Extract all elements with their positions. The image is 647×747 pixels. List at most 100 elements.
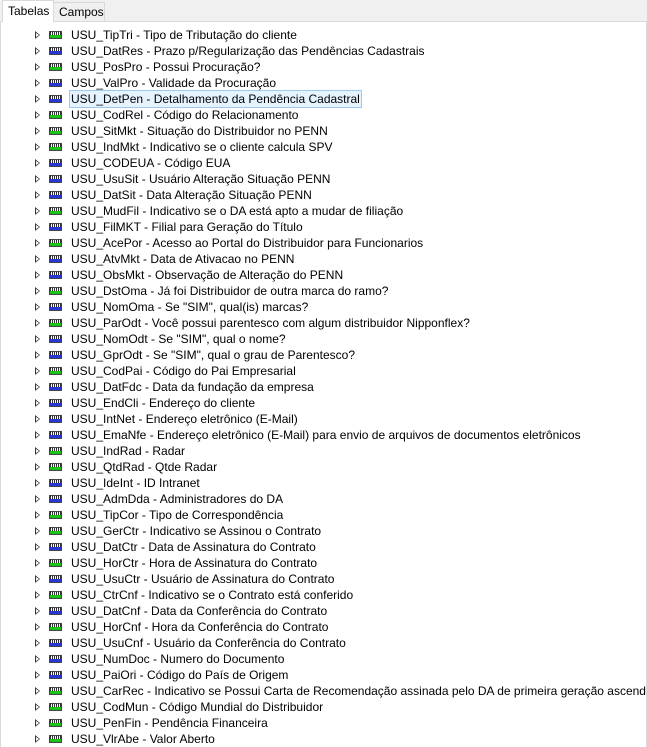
tree-item[interactable]: USU_DstOma - Já foi Distribuidor de outr…	[1, 283, 646, 299]
expand-arrow-icon[interactable]	[35, 607, 40, 615]
tree-item-label: USU_CtrCnf - Indicativo se o Contrato es…	[71, 588, 354, 602]
expand-arrow-icon[interactable]	[35, 143, 40, 151]
expand-arrow-icon[interactable]	[35, 655, 40, 663]
expand-arrow-icon[interactable]	[35, 79, 40, 87]
expand-arrow-icon[interactable]	[35, 639, 40, 647]
expand-arrow-icon[interactable]	[35, 399, 40, 407]
expand-arrow-icon[interactable]	[35, 303, 40, 311]
tree-item[interactable]: USU_AcePor - Acesso ao Portal do Distrib…	[1, 235, 646, 251]
tree-item[interactable]: USU_EndCli - Endereço do cliente	[1, 395, 646, 411]
expand-arrow-icon[interactable]	[35, 575, 40, 583]
tree-item[interactable]: USU_CtrCnf - Indicativo se o Contrato es…	[1, 587, 646, 603]
expand-arrow-icon[interactable]	[35, 559, 40, 567]
expand-arrow-icon[interactable]	[35, 95, 40, 103]
tree-item[interactable]: USU_DetPen - Detalhamento da Pendência C…	[1, 90, 646, 108]
tree-item[interactable]: USU_EmaNfe - Endereço eletrônico (E-Mail…	[1, 427, 646, 443]
tree-item[interactable]: USU_CODEUA - Código EUA	[1, 155, 646, 171]
expand-arrow-icon[interactable]	[35, 223, 40, 231]
expand-arrow-icon[interactable]	[35, 447, 40, 455]
expand-arrow-icon[interactable]	[35, 671, 40, 679]
expand-arrow-icon[interactable]	[35, 463, 40, 471]
expand-arrow-icon[interactable]	[35, 735, 40, 743]
tree-item[interactable]: USU_IdeInt - ID Intranet	[1, 475, 646, 491]
tree-item[interactable]: USU_ParOdt - Você possui parentesco com …	[1, 315, 646, 331]
expand-arrow-icon[interactable]	[35, 127, 40, 135]
expand-arrow-icon[interactable]	[35, 495, 40, 503]
tree-item[interactable]: USU_NomOdt - Se "SIM", qual o nome?	[1, 331, 646, 347]
expand-arrow-icon[interactable]	[35, 623, 40, 631]
expand-arrow-icon[interactable]	[35, 175, 40, 183]
tree-item[interactable]: USU_NomOma - Se "SIM", qual(is) marcas?	[1, 299, 646, 315]
field-green-icon	[49, 591, 62, 599]
tree-item[interactable]: USU_PaiOri - Código do País de Origem	[1, 667, 646, 683]
expand-arrow-icon[interactable]	[35, 703, 40, 711]
tree-item[interactable]: USU_DatCtr - Data de Assinatura do Contr…	[1, 539, 646, 555]
expand-arrow-icon[interactable]	[35, 479, 40, 487]
expand-arrow-icon[interactable]	[35, 415, 40, 423]
tree-item[interactable]: USU_ObsMkt - Observação de Alteração do …	[1, 267, 646, 283]
tree-item-label: USU_NomOdt - Se "SIM", qual o nome?	[71, 332, 286, 346]
expand-arrow-icon[interactable]	[35, 367, 40, 375]
tree-item-label: USU_IntNet - Endereço eletrônico (E-Mail…	[71, 412, 298, 426]
tree-item[interactable]: USU_UsuCnf - Usuário da Conferência do C…	[1, 635, 646, 651]
tab-tabelas[interactable]: Tabelas	[2, 0, 54, 22]
expand-arrow-icon[interactable]	[35, 31, 40, 39]
expand-arrow-icon[interactable]	[35, 383, 40, 391]
tree-item[interactable]: USU_DatSit - Data Alteração Situação PEN…	[1, 187, 646, 203]
tree-item[interactable]: USU_CodRel - Código do Relacionamento	[1, 107, 646, 123]
tree-item[interactable]: USU_AtvMkt - Data de Ativacao no PENN	[1, 251, 646, 267]
tree-item[interactable]: USU_NumDoc - Numero do Documento	[1, 651, 646, 667]
expand-arrow-icon[interactable]	[35, 335, 40, 343]
field-blue-icon	[49, 399, 62, 407]
expand-arrow-icon[interactable]	[35, 63, 40, 71]
tree-item[interactable]: USU_DatRes - Prazo p/Regularização das P…	[1, 43, 646, 59]
tree-item[interactable]: USU_GprOdt - Se "SIM", qual o grau de Pa…	[1, 347, 646, 363]
expand-arrow-icon[interactable]	[35, 719, 40, 727]
tree-item[interactable]: USU_GerCtr - Indicativo se Assinou o Con…	[1, 523, 646, 539]
tree-item[interactable]: USU_CarRec - Indicativo se Possui Carta …	[1, 683, 646, 699]
expand-arrow-icon[interactable]	[35, 191, 40, 199]
tree-item[interactable]: USU_TipTri - Tipo de Tributação do clien…	[1, 27, 646, 43]
tree-item[interactable]: USU_IndRad - Radar	[1, 443, 646, 459]
expand-arrow-icon[interactable]	[35, 159, 40, 167]
tree-item[interactable]: USU_DatFdc - Data da fundação da empresa	[1, 379, 646, 395]
tree-item[interactable]: USU_IndMkt - Indicativo se o cliente cal…	[1, 139, 646, 155]
expand-arrow-icon[interactable]	[35, 255, 40, 263]
expand-arrow-icon[interactable]	[35, 511, 40, 519]
expand-arrow-icon[interactable]	[35, 591, 40, 599]
tree-item[interactable]: USU_CodMun - Código Mundial do Distribui…	[1, 699, 646, 715]
tree-item[interactable]: USU_PosPro - Possui Procuração?	[1, 59, 646, 75]
expand-arrow-icon[interactable]	[35, 207, 40, 215]
tree-item[interactable]: USU_HorCtr - Hora de Assinatura do Contr…	[1, 555, 646, 571]
tree-item[interactable]: USU_IntNet - Endereço eletrônico (E-Mail…	[1, 411, 646, 427]
tree-item[interactable]: USU_CodPai - Código do Pai Empresarial	[1, 363, 646, 379]
field-blue-icon	[49, 79, 62, 87]
tree-item[interactable]: USU_SitMkt - Situação do Distribuidor no…	[1, 123, 646, 139]
tree-item-label: USU_CodMun - Código Mundial do Distribui…	[71, 700, 324, 714]
expand-arrow-icon[interactable]	[35, 287, 40, 295]
tree-item[interactable]: USU_ValPro - Validade da Procuração	[1, 75, 646, 91]
tree-item[interactable]: USU_PenFin - Pendência Financeira	[1, 715, 646, 731]
expand-arrow-icon[interactable]	[35, 431, 40, 439]
expand-arrow-icon[interactable]	[35, 319, 40, 327]
tree-item[interactable]: USU_VlrAbe - Valor Aberto	[1, 731, 646, 747]
tree-item[interactable]: USU_TipCor - Tipo de Correspondência	[1, 507, 646, 523]
tree-item[interactable]: USU_MudFil - Indicativo se o DA está apt…	[1, 203, 646, 219]
expand-arrow-icon[interactable]	[35, 47, 40, 55]
tree-item[interactable]: USU_UsuCtr - Usuário de Assinatura do Co…	[1, 571, 646, 587]
tree-item[interactable]: USU_FilMKT - Filial para Geração do Títu…	[1, 219, 646, 235]
tree-item[interactable]: USU_UsuSit - Usuário Alteração Situação …	[1, 171, 646, 187]
expand-arrow-icon[interactable]	[35, 687, 40, 695]
tree-item[interactable]: USU_DatCnf - Data da Conferência do Cont…	[1, 603, 646, 619]
field-tree[interactable]: USU_TipTri - Tipo de Tributação do clien…	[0, 22, 647, 747]
expand-arrow-icon[interactable]	[35, 543, 40, 551]
tree-item[interactable]: USU_AdmDda - Administradores do DA	[1, 491, 646, 507]
expand-arrow-icon[interactable]	[35, 111, 40, 119]
tree-item[interactable]: USU_HorCnf - Hora da Conferência do Cont…	[1, 619, 646, 635]
expand-arrow-icon[interactable]	[35, 527, 40, 535]
expand-arrow-icon[interactable]	[35, 271, 40, 279]
tree-item[interactable]: USU_QtdRad - Qtde Radar	[1, 459, 646, 475]
expand-arrow-icon[interactable]	[35, 351, 40, 359]
tab-campos[interactable]: Campos	[53, 2, 105, 21]
expand-arrow-icon[interactable]	[35, 239, 40, 247]
